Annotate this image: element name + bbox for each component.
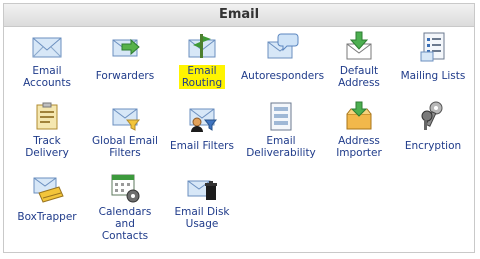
- global-filter-envelope-icon: [107, 100, 143, 134]
- list-document-icon: [415, 30, 451, 64]
- email-routing-label: Email Routing: [179, 65, 225, 89]
- keys-icon: [415, 100, 451, 134]
- global-email-filters-label: Global Email Filters: [92, 135, 158, 159]
- calendars-and-contacts-label: Calendars and Contacts: [98, 206, 152, 242]
- speech-bubble-envelope-icon: [263, 30, 299, 64]
- download-envelope-icon: [341, 30, 377, 64]
- email-filters-label: Email Filters: [170, 140, 234, 152]
- mailing-lists-link[interactable]: Mailing Lists: [393, 30, 473, 83]
- calendar-gear-icon: [107, 171, 143, 205]
- routing-sign-envelope-icon: [184, 30, 220, 64]
- default-address-link[interactable]: Default Address: [319, 30, 399, 90]
- boxtrapper-link[interactable]: BoxTrapper: [7, 171, 87, 224]
- forwarders-link[interactable]: Forwarders: [85, 30, 165, 83]
- email-deliverability-label: Email Deliverability: [246, 135, 316, 159]
- encryption-label: Encryption: [404, 140, 462, 152]
- forward-arrow-envelope-icon: [107, 30, 143, 64]
- email-disk-usage-label: Email Disk Usage: [174, 206, 230, 230]
- import-box-icon: [341, 100, 377, 134]
- autoresponders-link[interactable]: Autoresponders: [241, 30, 325, 83]
- track-delivery-link[interactable]: Track Delivery: [7, 100, 87, 160]
- email-accounts-label: Email Accounts: [23, 65, 71, 89]
- trash-envelope-icon: [184, 171, 220, 205]
- default-address-label: Default Address: [338, 65, 380, 89]
- forwarders-label: Forwarders: [95, 70, 155, 82]
- boxtrapper-label: BoxTrapper: [17, 211, 77, 223]
- encryption-link[interactable]: Encryption: [393, 100, 473, 153]
- email-deliverability-link[interactable]: Email Deliverability: [241, 100, 321, 160]
- server-list-icon: [263, 100, 299, 134]
- track-delivery-label: Track Delivery: [25, 135, 69, 159]
- global-email-filters-link[interactable]: Global Email Filters: [85, 100, 165, 160]
- autoresponders-label: Autoresponders: [241, 70, 325, 82]
- envelope-icon: [29, 30, 65, 64]
- email-accounts-link[interactable]: Email Accounts: [7, 30, 87, 90]
- calendars-and-contacts-link[interactable]: Calendars and Contacts: [85, 171, 165, 243]
- panel-title: Email: [4, 4, 474, 27]
- address-importer-label: Address Importer: [336, 135, 382, 159]
- mailing-lists-label: Mailing Lists: [400, 70, 466, 82]
- package-clipboard-icon: [29, 100, 65, 134]
- address-importer-link[interactable]: Address Importer: [319, 100, 399, 160]
- user-filter-envelope-icon: [184, 100, 220, 134]
- email-disk-usage-link[interactable]: Email Disk Usage: [162, 171, 242, 231]
- email-filters-link[interactable]: Email Filters: [162, 100, 242, 153]
- email-panel: Email Email Accounts Forwarders Email Ro…: [3, 3, 475, 253]
- trap-envelope-icon: [29, 171, 65, 205]
- email-routing-link[interactable]: Email Routing: [162, 30, 242, 90]
